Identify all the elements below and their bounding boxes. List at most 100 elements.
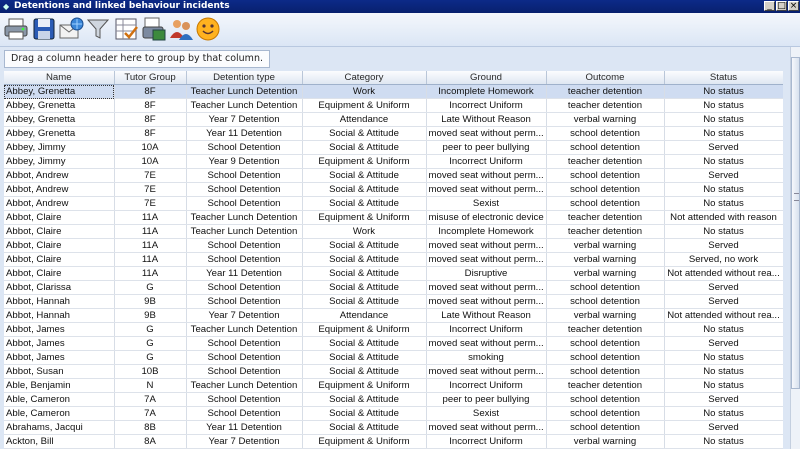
cell-outcome[interactable]: school detention xyxy=(546,169,664,183)
cell-outcome[interactable]: teacher detention xyxy=(546,155,664,169)
cell-ground[interactable]: Sexist xyxy=(426,407,546,421)
cell-outcome[interactable]: school detention xyxy=(546,197,664,211)
cell-status[interactable]: Served xyxy=(664,295,783,309)
cell-name[interactable]: Abbot, Claire xyxy=(4,225,114,239)
cell-category[interactable]: Social & Attitude xyxy=(302,365,426,379)
cell-name[interactable]: Abbot, Claire xyxy=(4,267,114,281)
cell-outcome[interactable]: teacher detention xyxy=(546,211,664,225)
cell-detention-type[interactable]: School Detention xyxy=(186,239,302,253)
table-row[interactable]: Abbot, Claire 11A Teacher Lunch Detention W… xyxy=(4,225,783,239)
cell-status[interactable]: Served xyxy=(664,141,783,155)
cell-name[interactable]: Ackton, Bill xyxy=(4,435,114,449)
cell-status[interactable]: Served xyxy=(664,281,783,295)
cell-detention-type[interactable]: Year 9 Detention xyxy=(186,155,302,169)
cell-ground[interactable]: misuse of electronic device xyxy=(426,211,546,225)
column-header-outcome[interactable]: Outcome xyxy=(546,71,664,85)
cell-detention-type[interactable]: School Detention xyxy=(186,169,302,183)
cell-status[interactable]: No status xyxy=(664,127,783,141)
cell-ground[interactable]: moved seat without perm... xyxy=(426,127,546,141)
table-row[interactable]: Abbot, Andrew 7E School Detention Social & … xyxy=(4,169,783,183)
cell-outcome[interactable]: verbal warning xyxy=(546,113,664,127)
cell-status[interactable]: Not attended without rea... xyxy=(664,309,783,323)
cell-detention-type[interactable]: School Detention xyxy=(186,197,302,211)
cell-name[interactable]: Abbot, Claire xyxy=(4,239,114,253)
cell-status[interactable]: No status xyxy=(664,85,783,99)
cell-name[interactable]: Abbot, James xyxy=(4,337,114,351)
cell-ground[interactable]: Incorrect Uniform xyxy=(426,155,546,169)
cell-category[interactable]: Social & Attitude xyxy=(302,183,426,197)
cell-name[interactable]: Abbot, Andrew xyxy=(4,197,114,211)
table-row[interactable]: Abbey, Grenetta 8F Year 11 Detention Social… xyxy=(4,127,783,141)
cell-outcome[interactable]: school detention xyxy=(546,127,664,141)
cell-tutor-group[interactable]: 11A xyxy=(114,225,186,239)
table-row[interactable]: Abbot, Claire 11A Teacher Lunch Detention E… xyxy=(4,211,783,225)
cell-category[interactable]: Attendance xyxy=(302,309,426,323)
cell-detention-type[interactable]: School Detention xyxy=(186,281,302,295)
table-row[interactable]: Abbey, Jimmy 10A Year 9 Detention Equipment… xyxy=(4,155,783,169)
cell-status[interactable]: No status xyxy=(664,323,783,337)
table-row[interactable]: Abbot, Claire 11A School Detention Social &… xyxy=(4,253,783,267)
cell-outcome[interactable]: teacher detention xyxy=(546,225,664,239)
cell-ground[interactable]: Incorrect Uniform xyxy=(426,435,546,449)
cell-status[interactable]: No status xyxy=(664,197,783,211)
cell-detention-type[interactable]: School Detention xyxy=(186,295,302,309)
table-row[interactable]: Abbot, Hannah 9B School Detention Social & … xyxy=(4,295,783,309)
cell-outcome[interactable]: school detention xyxy=(546,295,664,309)
cell-detention-type[interactable]: Year 11 Detention xyxy=(186,421,302,435)
choose-columns-icon[interactable] xyxy=(113,16,139,42)
cell-tutor-group[interactable]: 10A xyxy=(114,155,186,169)
cell-status[interactable]: Served xyxy=(664,421,783,435)
cell-ground[interactable]: Incomplete Homework xyxy=(426,85,546,99)
table-row[interactable]: Abbot, Claire 11A Year 11 Detention Social … xyxy=(4,267,783,281)
cell-tutor-group[interactable]: 11A xyxy=(114,239,186,253)
cell-detention-type[interactable]: Year 7 Detention xyxy=(186,309,302,323)
cell-category[interactable]: Attendance xyxy=(302,113,426,127)
minimize-button[interactable]: _ xyxy=(764,1,775,11)
cell-name[interactable]: Abbey, Jimmy xyxy=(4,155,114,169)
cell-category[interactable]: Social & Attitude xyxy=(302,281,426,295)
cell-tutor-group[interactable]: N xyxy=(114,379,186,393)
table-row[interactable]: Abbot, James G School Detention Social & At… xyxy=(4,351,783,365)
cell-category[interactable]: Equipment & Uniform xyxy=(302,211,426,225)
cell-ground[interactable]: moved seat without perm... xyxy=(426,253,546,267)
table-row[interactable]: Abbot, Andrew 7E School Detention Social & … xyxy=(4,183,783,197)
cell-status[interactable]: No status xyxy=(664,351,783,365)
cell-ground[interactable]: moved seat without perm... xyxy=(426,183,546,197)
cell-category[interactable]: Equipment & Uniform xyxy=(302,155,426,169)
table-row[interactable]: Abbot, Andrew 7E School Detention Social & … xyxy=(4,197,783,211)
cell-status[interactable]: No status xyxy=(664,365,783,379)
cell-ground[interactable]: moved seat without perm... xyxy=(426,281,546,295)
cell-status[interactable]: No status xyxy=(664,225,783,239)
cell-detention-type[interactable]: Teacher Lunch Detention xyxy=(186,211,302,225)
table-row[interactable]: Able, Cameron 7A School Detention Social & … xyxy=(4,407,783,421)
cell-name[interactable]: Abbot, Hannah xyxy=(4,309,114,323)
cell-status[interactable]: Served xyxy=(664,169,783,183)
cell-detention-type[interactable]: School Detention xyxy=(186,365,302,379)
cell-name[interactable]: Able, Cameron xyxy=(4,393,114,407)
close-button[interactable]: × xyxy=(788,1,799,11)
cell-detention-type[interactable]: School Detention xyxy=(186,351,302,365)
cell-outcome[interactable]: teacher detention xyxy=(546,323,664,337)
cell-category[interactable]: Social & Attitude xyxy=(302,295,426,309)
cell-status[interactable]: No status xyxy=(664,99,783,113)
cell-tutor-group[interactable]: 8A xyxy=(114,435,186,449)
filter-icon[interactable] xyxy=(85,16,111,42)
people-icon[interactable] xyxy=(168,16,194,42)
cell-detention-type[interactable]: Year 11 Detention xyxy=(186,127,302,141)
cell-category[interactable]: Equipment & Uniform xyxy=(302,379,426,393)
cell-detention-type[interactable]: Teacher Lunch Detention xyxy=(186,225,302,239)
cell-outcome[interactable]: teacher detention xyxy=(546,379,664,393)
table-row[interactable]: Abbey, Grenetta 8F Year 7 Detention Attenda… xyxy=(4,113,783,127)
export-icon[interactable] xyxy=(141,16,167,42)
cell-ground[interactable]: Disruptive xyxy=(426,267,546,281)
cell-outcome[interactable]: school detention xyxy=(546,337,664,351)
cell-tutor-group[interactable]: 11A xyxy=(114,211,186,225)
cell-name[interactable]: Abbey, Grenetta xyxy=(4,85,114,99)
cell-ground[interactable]: peer to peer bullying xyxy=(426,141,546,155)
cell-ground[interactable]: moved seat without perm... xyxy=(426,365,546,379)
cell-name[interactable]: Abrahams, Jacqui xyxy=(4,421,114,435)
cell-tutor-group[interactable]: 7A xyxy=(114,393,186,407)
cell-tutor-group[interactable]: 9B xyxy=(114,309,186,323)
cell-category[interactable]: Social & Attitude xyxy=(302,421,426,435)
cell-category[interactable]: Social & Attitude xyxy=(302,253,426,267)
